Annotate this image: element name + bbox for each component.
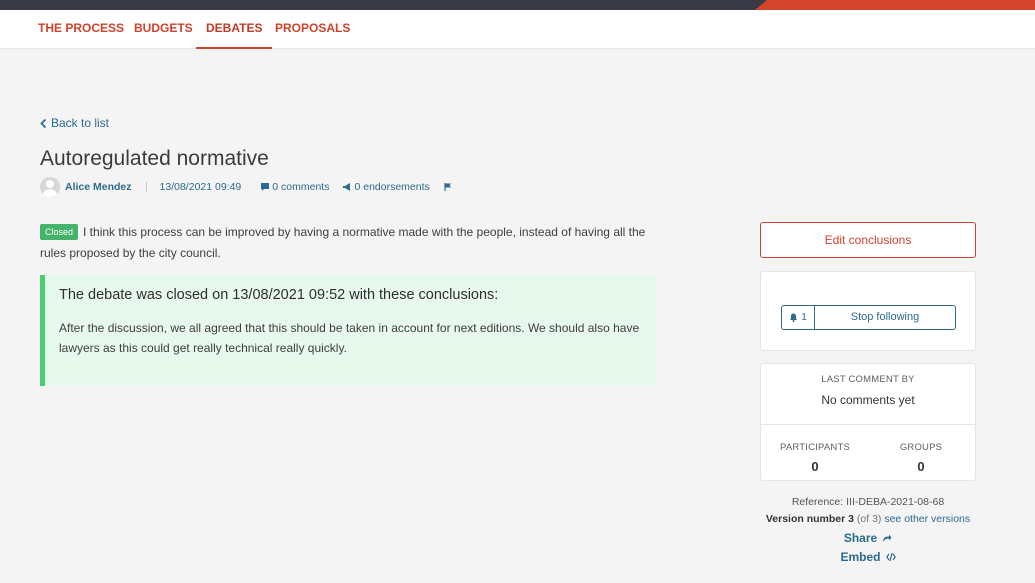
page-title: Autoregulated normative — [40, 147, 269, 170]
stop-following-button[interactable]: 1 Stop following — [781, 305, 956, 330]
chevron-left-icon — [40, 118, 47, 128]
last-comment-value: No comments yet — [821, 393, 915, 407]
comments-count: 0 comments — [272, 181, 330, 193]
embed-label: Embed — [840, 550, 881, 564]
embed-link[interactable]: Embed — [760, 550, 976, 564]
share-label: Share — [843, 531, 878, 545]
last-comment-label: LAST COMMENT BY — [821, 374, 915, 385]
stop-following-label: Stop following — [850, 311, 920, 323]
comment-icon — [261, 183, 270, 191]
bell-icon — [790, 313, 798, 322]
top-bar-accent — [755, 0, 1035, 10]
debate-date: 13/08/2021 09:49 — [159, 181, 242, 193]
tab-the-process[interactable]: THE PROCESS — [28, 10, 134, 49]
follow-card: 1 Stop following — [760, 271, 976, 351]
status-badge: Closed — [40, 224, 79, 240]
meta-divider — [145, 182, 147, 192]
tab-debates[interactable]: DEBATES — [196, 10, 273, 49]
avatar-icon — [40, 177, 60, 197]
share-arrow-icon — [883, 534, 892, 542]
groups-label: GROUPS — [899, 442, 943, 453]
groups-stat: GROUPS 0 — [871, 437, 971, 474]
endorsements-count-link[interactable]: 0 endorsements — [343, 181, 430, 193]
top-bar — [0, 0, 1035, 10]
author-name[interactable]: Alice Mendez — [65, 181, 132, 193]
conclusions-callout: The debate was closed on 13/08/2021 09:5… — [40, 275, 656, 386]
back-link-label: Back to list — [51, 116, 110, 130]
participants-label: PARTICIPANTS — [780, 442, 850, 453]
process-nav: THE PROCESS BUDGETS DEBATES PROPOSALS — [0, 10, 1035, 49]
share-link[interactable]: Share — [760, 531, 976, 545]
participants-value: 0 — [811, 459, 819, 474]
flag-icon — [444, 183, 451, 191]
debate-description: Closed I think this process can be improv… — [40, 222, 660, 264]
comments-count-link[interactable]: 0 comments — [261, 181, 329, 193]
report-flag-button[interactable] — [444, 183, 452, 191]
code-icon — [885, 552, 896, 562]
conclusions-text: After the discussion, we all agreed that… — [59, 321, 640, 355]
version-of: (of 3) — [856, 513, 882, 525]
debate-meta: Alice Mendez 13/08/2021 09:49 0 comments… — [40, 177, 466, 197]
version-info: Version number 3 (of 3) see other versio… — [760, 513, 976, 525]
followers-count: 1 — [782, 306, 815, 329]
last-comment-section: LAST COMMENT BY No comments yet — [761, 364, 975, 425]
tab-budgets[interactable]: BUDGETS — [124, 10, 203, 49]
edit-conclusions-button[interactable]: Edit conclusions — [760, 222, 976, 258]
tab-proposals[interactable]: PROPOSALS — [265, 10, 360, 49]
see-other-versions-link[interactable]: see other versions — [884, 513, 970, 525]
description-text: I think this process can be improved by … — [40, 225, 646, 260]
endorsements-count: 0 endorsements — [354, 181, 430, 193]
reference-text: Reference: III-DEBA-2021-08-68 — [791, 496, 945, 508]
participants-stat: PARTICIPANTS 0 — [765, 437, 865, 474]
back-to-list-link[interactable]: Back to list — [40, 116, 109, 130]
version-number: Version number 3 — [765, 513, 854, 525]
megaphone-icon — [343, 183, 351, 191]
followers-count-value: 1 — [801, 312, 807, 323]
stats-card: LAST COMMENT BY No comments yet PARTICIP… — [760, 363, 976, 481]
groups-value: 0 — [917, 459, 925, 474]
conclusions-heading: The debate was closed on 13/08/2021 09:5… — [59, 287, 499, 303]
